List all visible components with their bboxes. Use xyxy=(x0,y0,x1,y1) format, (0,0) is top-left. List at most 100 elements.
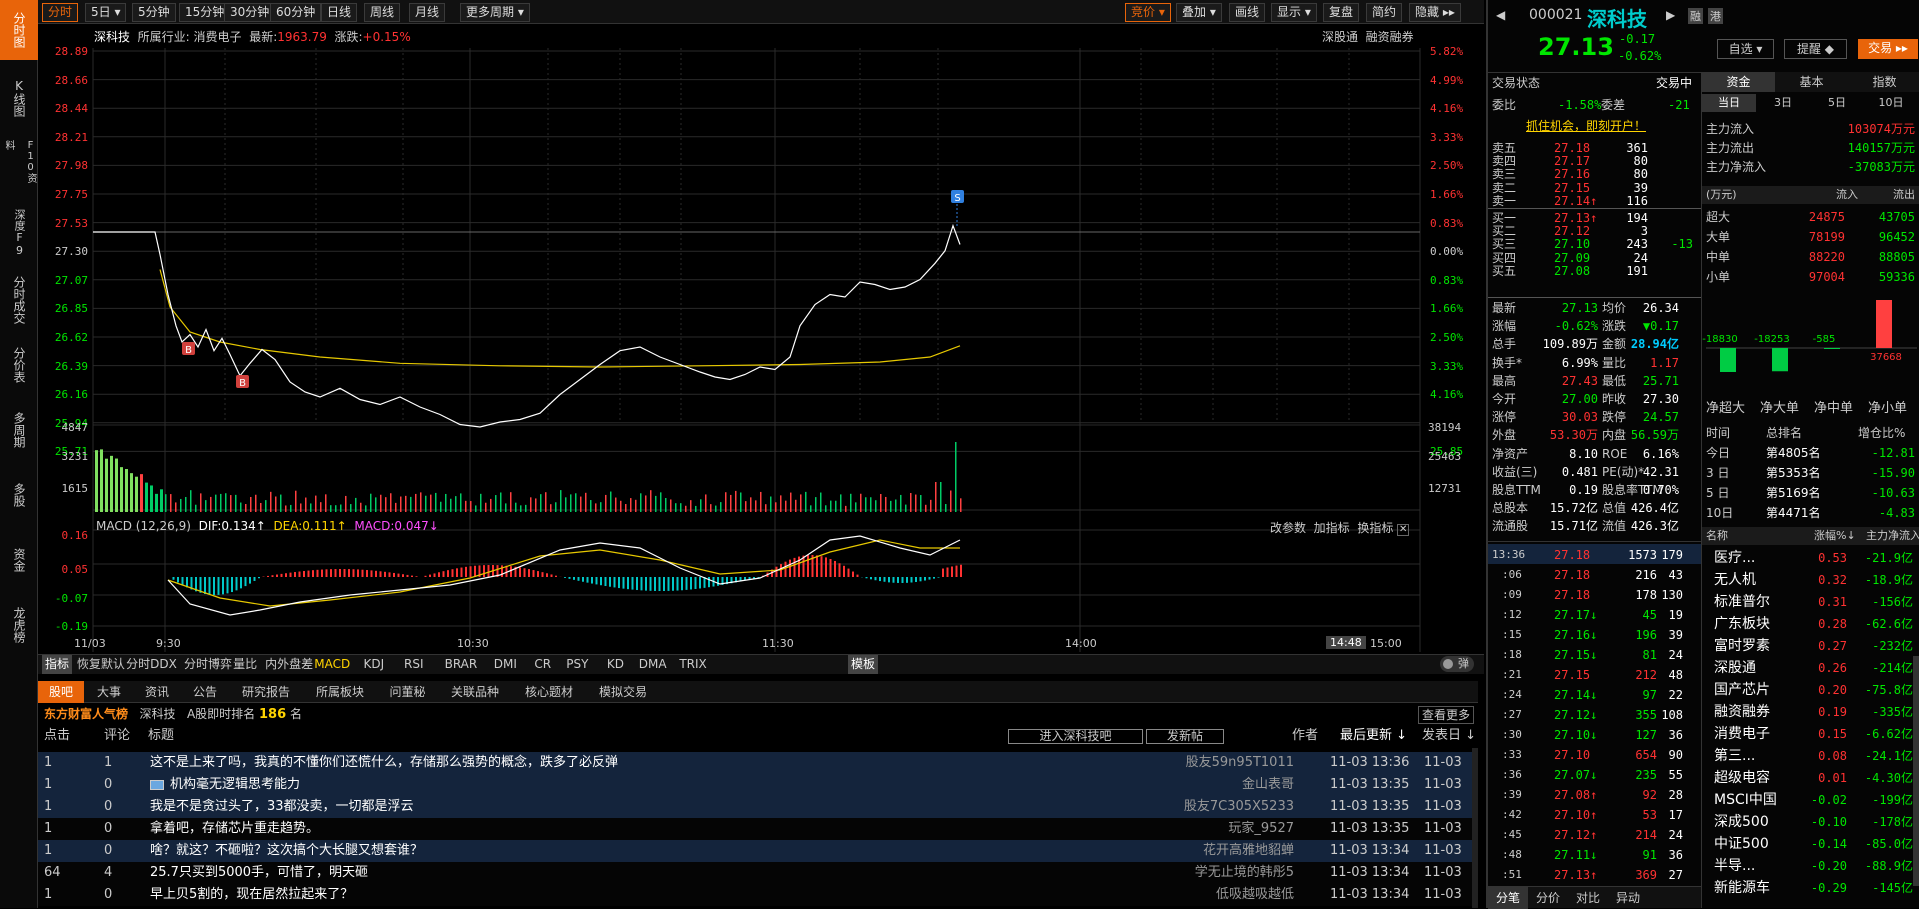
forum-tab-8[interactable]: 核心题材 xyxy=(513,681,585,703)
sector-name[interactable]: 第三... xyxy=(1714,746,1755,766)
view-more-button[interactable]: 查看更多 xyxy=(1418,706,1474,724)
funds-tab-1[interactable]: 基本 xyxy=(1775,72,1848,92)
ask-price[interactable]: 27.18 xyxy=(1554,141,1590,155)
indicator-tab-7[interactable]: KDJ xyxy=(360,655,387,674)
post-author[interactable]: 花开高雅地貂蝉 xyxy=(1203,840,1294,862)
forum-tab-3[interactable]: 公告 xyxy=(182,681,228,703)
sector-name[interactable]: 消费电子 xyxy=(1714,724,1770,744)
forum-tab-1[interactable]: 大事 xyxy=(86,681,132,703)
funds-subtab-3[interactable]: 10日 xyxy=(1864,94,1918,112)
post-author[interactable]: 低吸越吸越低 xyxy=(1216,884,1294,906)
post-title[interactable]: 这不是上来了吗，我真的不懂你们还慌什么，存储那么强势的概念，跌多了必反弹 xyxy=(150,752,618,774)
indicator-tab-8[interactable]: RSI xyxy=(401,655,427,674)
post-title[interactable]: 机构毫无逻辑思考能力 xyxy=(170,774,300,796)
col-publish-date[interactable]: 发表日 ↓ xyxy=(1422,726,1476,746)
open-account-link[interactable]: 抓住机会，即刻开户！ xyxy=(1526,117,1646,135)
post-author[interactable]: 股友59n95T1011 xyxy=(1186,752,1294,774)
post-author[interactable]: 玩家_9527 xyxy=(1228,818,1294,840)
alert-button[interactable]: 提醒 ◆ xyxy=(1784,39,1847,59)
add-indicator-link[interactable]: 加指标 xyxy=(1314,521,1350,535)
ask-price[interactable]: 27.15 xyxy=(1554,181,1590,195)
sector-name[interactable]: 无人机 xyxy=(1714,570,1756,590)
indicator-tab-3[interactable]: 分时博弈 xyxy=(181,655,235,674)
forum-post-row[interactable]: 10拿着吧，存储芯片重走趋势。玩家_952711-03 13:3511-03 xyxy=(38,818,1478,840)
sector-name[interactable]: 国产芯片 xyxy=(1714,680,1770,700)
post-title[interactable]: 25.7只买到5000手，可惜了，明天砸 xyxy=(150,862,368,884)
sector-name[interactable]: MSCI中国 xyxy=(1714,790,1777,810)
buy-marker[interactable]: B xyxy=(182,342,195,356)
indicator-tab-11[interactable]: CR xyxy=(531,655,554,674)
forum-tab-2[interactable]: 资讯 xyxy=(134,681,180,703)
buy-marker[interactable]: B xyxy=(236,375,249,389)
bid-price[interactable]: 27.08 xyxy=(1554,264,1590,278)
sector-header[interactable]: 涨幅%↓ xyxy=(1814,527,1856,545)
ask-price[interactable]: 27.17 xyxy=(1554,154,1590,168)
indicator-tab-6[interactable]: MACD xyxy=(311,655,353,674)
new-post-button[interactable]: 发新帖 xyxy=(1146,729,1224,744)
sector-name[interactable]: 广东板块 xyxy=(1714,614,1770,634)
tick-tab-1[interactable]: 分价 xyxy=(1528,887,1568,909)
sector-header[interactable]: 名称 xyxy=(1706,527,1728,545)
post-title[interactable]: 啥？就这？不砸啦？这次搞个大长腿又想套谁？ xyxy=(150,840,423,862)
forum-post-row[interactable]: 10啥？就这？不砸啦？这次搞个大长腿又想套谁？花开高雅地貂蝉11-03 13:3… xyxy=(38,840,1478,862)
post-author[interactable]: 金山表哥 xyxy=(1242,774,1294,796)
sector-name[interactable]: 超级电容 xyxy=(1714,768,1770,788)
funds-tab-0[interactable]: 资金 xyxy=(1702,72,1775,92)
forum-tab-0[interactable]: 股吧 xyxy=(38,681,84,703)
enter-forum-button[interactable]: 进入深科技吧 xyxy=(1008,729,1143,744)
bid-price[interactable]: 27.10 xyxy=(1554,237,1590,251)
post-title[interactable]: 拿着吧，存储芯片重走趋势。 xyxy=(150,818,319,840)
trade-button[interactable]: 交易 ▸▸ xyxy=(1858,39,1918,59)
forum-tab-9[interactable]: 模拟交易 xyxy=(587,681,659,703)
funds-subtab-0[interactable]: 当日 xyxy=(1702,94,1756,112)
sell-marker[interactable]: S xyxy=(951,190,964,226)
bid-price[interactable]: 27.13↑ xyxy=(1554,211,1597,225)
sector-name[interactable]: 富时罗素 xyxy=(1714,636,1770,656)
sector-name[interactable]: 中证500 xyxy=(1714,834,1769,854)
sector-name[interactable]: 标准普尔 xyxy=(1714,592,1770,612)
close-icon[interactable]: ✕ xyxy=(1397,524,1409,536)
forum-tab-7[interactable]: 关联品种 xyxy=(439,681,511,703)
watchlist-button[interactable]: 自选 ▾ xyxy=(1717,39,1774,59)
indicator-tab-1[interactable]: 恢复默认 xyxy=(74,655,128,674)
col-last-update[interactable]: 最后更新 ↓ xyxy=(1340,726,1407,746)
ask-price[interactable]: 27.14↑ xyxy=(1554,194,1597,208)
sector-scrollbar[interactable] xyxy=(1913,656,1919,886)
forum-post-row[interactable]: 64425.7只买到5000手，可惜了，明天砸学无止境的韩彤511-03 13:… xyxy=(38,862,1478,884)
post-author[interactable]: 学无止境的韩彤5 xyxy=(1195,862,1294,884)
indicator-tab-4[interactable]: 量比 xyxy=(230,655,260,674)
indicator-tab-0[interactable]: 指标 xyxy=(42,655,72,674)
ask-price[interactable]: 27.16 xyxy=(1554,167,1590,181)
post-title[interactable]: 我是不是贪过头了，33都没卖，一切都是浮云 xyxy=(150,796,414,818)
macd-label[interactable]: MACD (12,26,9) xyxy=(96,519,191,533)
indicator-tab-5[interactable]: 内外盘差 xyxy=(262,655,316,674)
sector-header[interactable]: 主力净流入 xyxy=(1866,527,1919,545)
sector-name[interactable]: 半导... xyxy=(1714,856,1755,876)
tick-tab-3[interactable]: 异动 xyxy=(1608,887,1648,909)
funds-tab-2[interactable]: 指数 xyxy=(1848,72,1919,92)
indicator-tab-15[interactable]: TRIX xyxy=(676,655,709,674)
popup-toggle[interactable]: 弹 xyxy=(1440,656,1474,672)
forum-tab-4[interactable]: 研究报告 xyxy=(230,681,302,703)
forum-post-row[interactable]: 10早上贝5割的，现在居然拉起来了？低吸越吸越低11-03 13:3411-03 xyxy=(38,884,1478,906)
indicator-tab-2[interactable]: 分时DDX xyxy=(123,655,180,674)
funds-subtab-1[interactable]: 3日 xyxy=(1756,94,1810,112)
edit-params-link[interactable]: 改参数 xyxy=(1270,521,1306,535)
forum-tab-5[interactable]: 所属板块 xyxy=(304,681,376,703)
sector-name[interactable]: 新能源车 xyxy=(1714,878,1770,898)
funds-subtab-2[interactable]: 5日 xyxy=(1810,94,1864,112)
tick-tab-2[interactable]: 对比 xyxy=(1568,887,1608,909)
indicator-tab-13[interactable]: KD xyxy=(604,655,627,674)
forum-scrollbar[interactable] xyxy=(1472,748,1478,908)
tick-tab-0[interactable]: 分笔 xyxy=(1488,887,1528,909)
bid-price[interactable]: 27.09 xyxy=(1554,251,1590,265)
post-title[interactable]: 早上贝5割的，现在居然拉起来了？ xyxy=(150,884,353,906)
forum-tab-6[interactable]: 问董秘 xyxy=(378,681,437,703)
sector-name[interactable]: 医疗... xyxy=(1714,548,1755,568)
switch-indicator-link[interactable]: 换指标 xyxy=(1357,521,1393,535)
sector-name[interactable]: 深成500 xyxy=(1714,812,1769,832)
forum-post-row[interactable]: 11这不是上来了吗，我真的不懂你们还慌什么，存储那么强势的概念，跌多了必反弹股友… xyxy=(38,752,1478,774)
post-author[interactable]: 股友7C305X5233 xyxy=(1184,796,1294,818)
prev-stock-icon[interactable]: ◀ xyxy=(1496,8,1505,22)
indicator-tab-10[interactable]: DMI xyxy=(491,655,520,674)
